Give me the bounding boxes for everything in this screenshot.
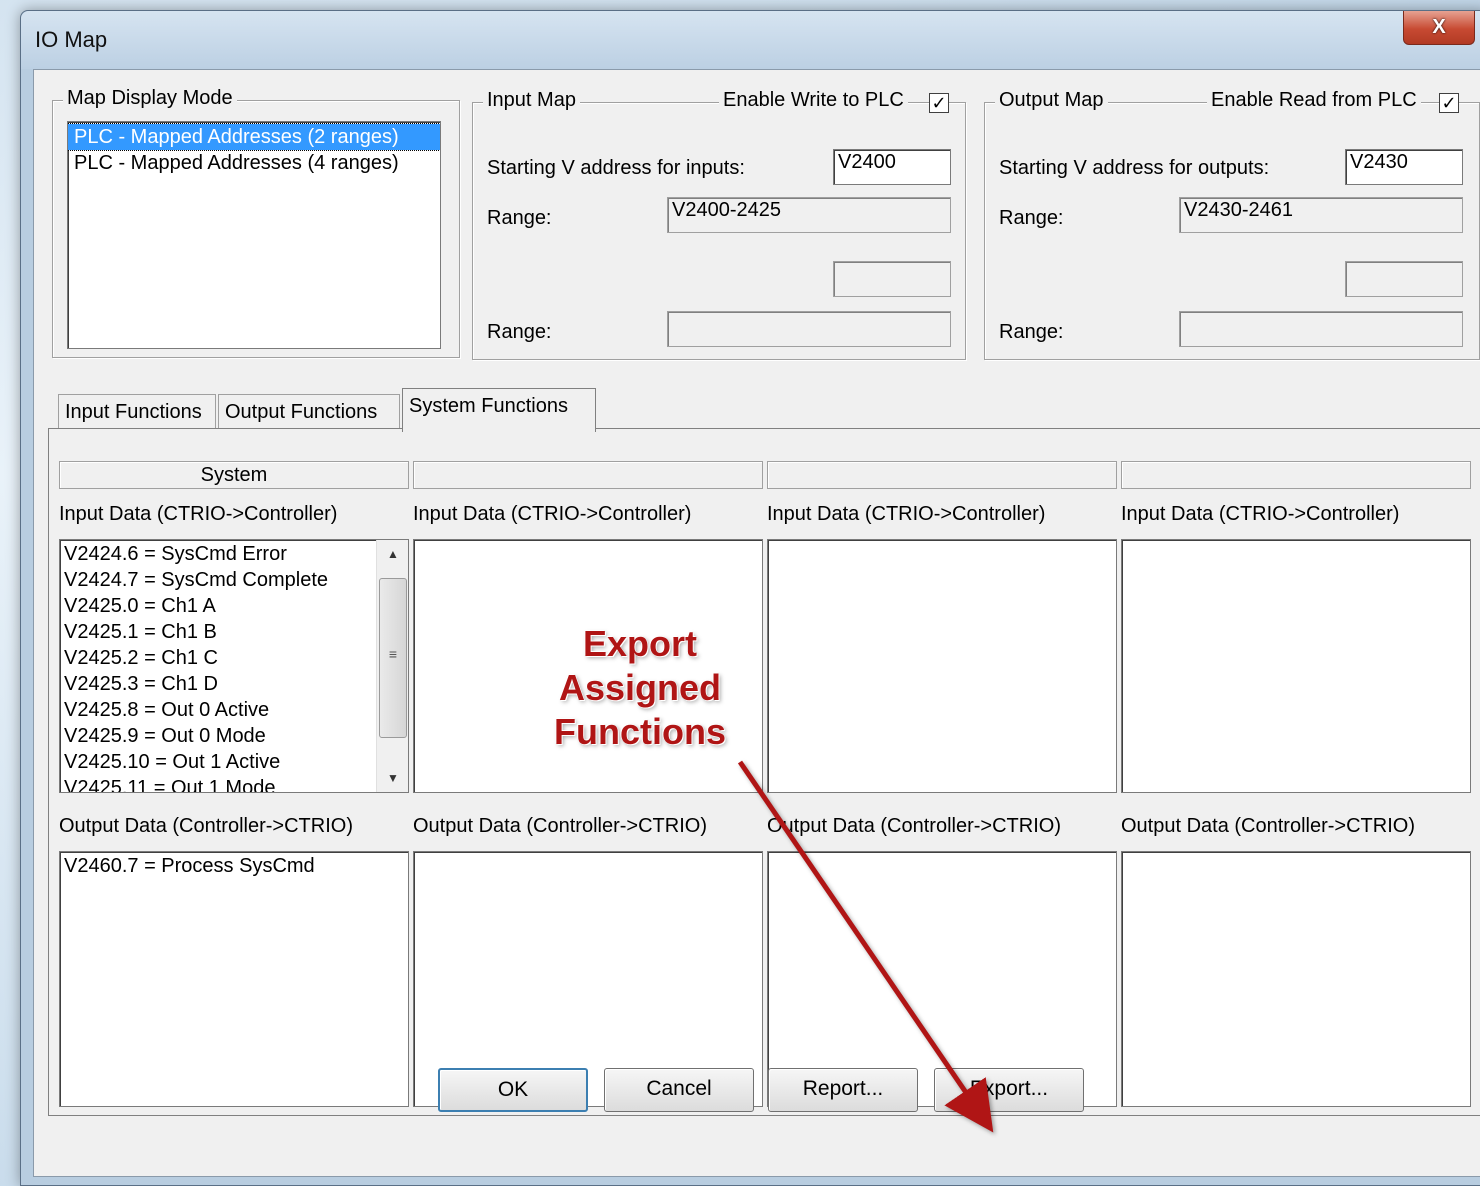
output-range2-label: Range: bbox=[999, 321, 1064, 343]
annotation-line: Assigned bbox=[558, 667, 722, 708]
enable-write-checkbox[interactable]: ✓ bbox=[929, 93, 949, 113]
column-header[interactable]: System bbox=[59, 461, 409, 489]
list-item[interactable]: V2460.7 = Process SysCmd bbox=[60, 853, 408, 879]
list-item[interactable]: V2425.0 = Ch1 A bbox=[60, 593, 408, 619]
input-data-label: Input Data (CTRIO->Controller) bbox=[413, 503, 692, 525]
cancel-button[interactable]: Cancel bbox=[604, 1068, 754, 1112]
scroll-up-icon[interactable]: ▲ bbox=[377, 540, 408, 568]
output-data-label: Output Data (Controller->CTRIO) bbox=[767, 815, 1061, 837]
output-map-legend: Output Map bbox=[995, 89, 1108, 112]
export-annotation: Export Assigned Functions bbox=[520, 622, 760, 754]
output-data-label: Output Data (Controller->CTRIO) bbox=[1121, 815, 1415, 837]
vertical-scrollbar[interactable]: ▲ ≡ ▼ bbox=[376, 540, 408, 792]
output-range-label: Range: bbox=[999, 207, 1064, 229]
io-map-dialog: IO Map X Map Display Mode PLC - Mapped A… bbox=[20, 10, 1480, 1186]
output-data-list[interactable] bbox=[1121, 851, 1471, 1107]
export-button[interactable]: Export... bbox=[934, 1068, 1084, 1112]
list-item[interactable]: V2425.2 = Ch1 C bbox=[60, 645, 408, 671]
map-display-mode-list[interactable]: PLC - Mapped Addresses (2 ranges) PLC - … bbox=[67, 121, 441, 349]
annotation-line: Functions bbox=[554, 711, 726, 752]
input-range2-field bbox=[667, 311, 951, 347]
input-data-list[interactable] bbox=[1121, 539, 1471, 793]
input-data-list[interactable] bbox=[767, 539, 1117, 793]
list-item[interactable]: V2425.8 = Out 0 Active bbox=[60, 697, 408, 723]
list-item[interactable]: V2425.9 = Out 0 Mode bbox=[60, 723, 408, 749]
list-item[interactable]: V2425.1 = Ch1 B bbox=[60, 619, 408, 645]
enable-write-label: Enable Write to PLC bbox=[719, 89, 908, 112]
map-mode-item[interactable]: PLC - Mapped Addresses (2 ranges) bbox=[68, 123, 440, 151]
input-extra-field bbox=[833, 261, 951, 297]
output-start-field[interactable]: V2430 bbox=[1345, 149, 1463, 185]
annotation-line: Export bbox=[582, 623, 697, 664]
window-title: IO Map bbox=[35, 27, 108, 52]
close-icon: X bbox=[1432, 16, 1446, 38]
input-start-label: Starting V address for inputs: bbox=[487, 157, 745, 179]
scroll-thumb[interactable]: ≡ bbox=[379, 578, 407, 738]
column-header[interactable] bbox=[1121, 461, 1471, 489]
map-display-mode-group: Map Display Mode PLC - Mapped Addresses … bbox=[52, 87, 460, 358]
ok-button[interactable]: OK bbox=[438, 1068, 588, 1112]
list-item[interactable]: V2424.6 = SysCmd Error bbox=[60, 541, 408, 567]
output-range2-field bbox=[1179, 311, 1463, 347]
enable-read-checkbox[interactable]: ✓ bbox=[1439, 93, 1459, 113]
input-data-label: Input Data (CTRIO->Controller) bbox=[1121, 503, 1400, 525]
list-item[interactable]: V2425.10 = Out 1 Active bbox=[60, 749, 408, 775]
input-range-field: V2400-2425 bbox=[667, 197, 951, 233]
output-start-label: Starting V address for outputs: bbox=[999, 157, 1270, 179]
output-map-group: Output Map Enable Read from PLC ✓ Starti… bbox=[984, 89, 1480, 360]
system-functions-panel: System Input Data (CTRIO->Controller) V2… bbox=[48, 428, 1480, 1116]
tab-output-functions[interactable]: Output Functions bbox=[218, 394, 400, 430]
column-header[interactable] bbox=[413, 461, 763, 489]
output-data-label: Output Data (Controller->CTRIO) bbox=[413, 815, 707, 837]
input-map-group: Input Map Enable Write to PLC ✓ Starting… bbox=[472, 89, 966, 360]
close-button[interactable]: X bbox=[1403, 11, 1475, 45]
list-item[interactable]: V2425.11 = Out 1 Mode bbox=[60, 775, 408, 792]
enable-read-label: Enable Read from PLC bbox=[1207, 89, 1421, 112]
list-item[interactable]: V2425.3 = Ch1 D bbox=[60, 671, 408, 697]
list-item[interactable]: V2424.7 = SysCmd Complete bbox=[60, 567, 408, 593]
scroll-down-icon[interactable]: ▼ bbox=[377, 764, 408, 792]
input-data-list[interactable]: V2424.6 = SysCmd Error V2424.7 = SysCmd … bbox=[59, 539, 409, 793]
tab-system-functions[interactable]: System Functions bbox=[402, 388, 596, 432]
output-data-list[interactable]: V2460.7 = Process SysCmd bbox=[59, 851, 409, 1107]
input-range2-label: Range: bbox=[487, 321, 552, 343]
input-start-field[interactable]: V2400 bbox=[833, 149, 951, 185]
map-mode-item[interactable]: PLC - Mapped Addresses (4 ranges) bbox=[68, 150, 440, 176]
input-data-label: Input Data (CTRIO->Controller) bbox=[59, 503, 338, 525]
output-data-label: Output Data (Controller->CTRIO) bbox=[59, 815, 353, 837]
input-data-label: Input Data (CTRIO->Controller) bbox=[767, 503, 1046, 525]
report-button[interactable]: Report... bbox=[768, 1068, 918, 1112]
title-bar[interactable]: IO Map X bbox=[21, 11, 1480, 69]
column-header[interactable] bbox=[767, 461, 1117, 489]
output-extra-field bbox=[1345, 261, 1463, 297]
output-range-field: V2430-2461 bbox=[1179, 197, 1463, 233]
input-map-legend: Input Map bbox=[483, 89, 580, 112]
tab-input-functions[interactable]: Input Functions bbox=[58, 394, 216, 430]
input-range-label: Range: bbox=[487, 207, 552, 229]
map-display-mode-legend: Map Display Mode bbox=[63, 87, 237, 110]
